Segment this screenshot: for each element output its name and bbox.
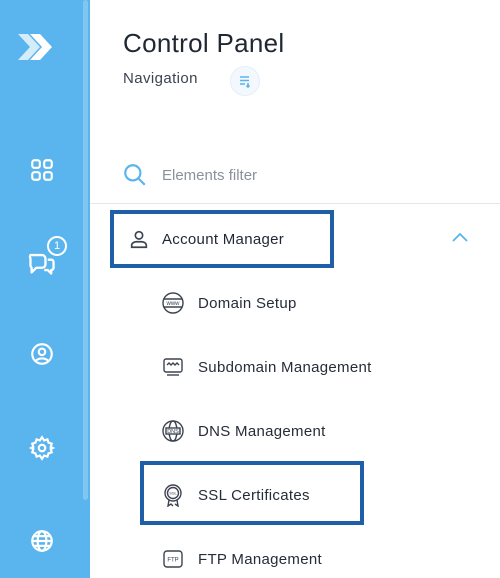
user-profile-icon[interactable] [25,337,59,371]
page-title: Control Panel [123,28,285,58]
menu-group-label: Account Manager [162,230,285,248]
globe-icon[interactable] [25,524,59,558]
list-view-icon[interactable] [230,66,260,96]
menu-item-subdomain-management[interactable]: Subdomain Management [160,352,372,382]
settings-gear-icon[interactable] [25,431,59,465]
notification-badge: 1 [47,236,67,256]
search-icon [124,164,146,186]
svg-text:www: www [166,301,181,307]
side-rail: 1 [0,0,90,578]
dns-globe-icon: DNS [160,418,186,444]
menu-item-label: Domain Setup [198,294,297,312]
divider [90,203,500,204]
menu-item-ftp-management[interactable]: FTP FTP Management [160,544,322,574]
dashboard-grid-icon[interactable] [25,153,59,187]
elements-filter[interactable] [122,160,452,190]
menu-item-dns-management[interactable]: DNS DNS Management [160,416,326,446]
user-icon [130,230,148,249]
www-globe-icon: www [160,290,186,316]
svg-text:DNS: DNS [167,429,179,435]
menu-item-label: FTP Management [198,550,322,568]
menu-item-label: DNS Management [198,422,326,440]
menu-item-label: Subdomain Management [198,358,372,376]
filter-input[interactable] [160,165,424,185]
ftp-icon: FTP [160,546,186,572]
ssl-highlight-frame [140,461,364,525]
rail-scrollbar[interactable] [83,0,88,500]
svg-text:FTP: FTP [167,558,178,564]
menu-item-domain-setup[interactable]: www Domain Setup [160,288,297,318]
subdomain-window-icon [160,354,186,380]
chevron-up-icon[interactable] [450,230,470,244]
logo-icon[interactable] [14,26,56,68]
menu-group-account-manager[interactable]: Account Manager [110,210,334,268]
page-subtitle: Navigation [123,70,198,87]
